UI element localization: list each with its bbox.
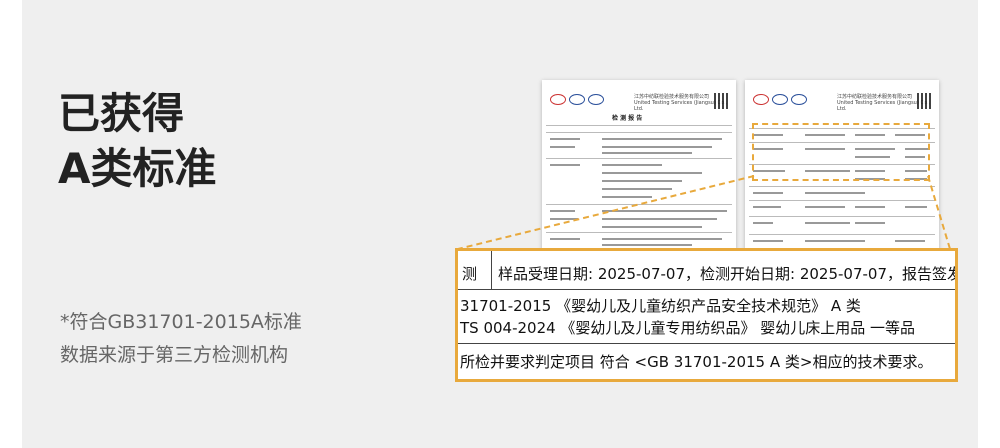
zoom-row-conclusion: 所检并要求判定项目 符合 <GB 31701-2015 A 类>相应的技术要求。	[460, 353, 933, 371]
report-zoom-excerpt: 测 样品受理日期: 2025-07-07，检测开始日期: 2025-07-07，…	[455, 248, 958, 382]
zoom-row-dates: 样品受理日期: 2025-07-07，检测开始日期: 2025-07-07，报告…	[498, 265, 958, 283]
zoom-row-standard-ts: TS 004-2024 《婴幼儿及儿童专用纺织品》 婴幼儿床上用品 一等品	[460, 319, 915, 337]
zoom-row-standard-gb: 31701-2015 《婴幼儿及儿童纺织产品安全技术规范》 A 类	[460, 297, 861, 315]
